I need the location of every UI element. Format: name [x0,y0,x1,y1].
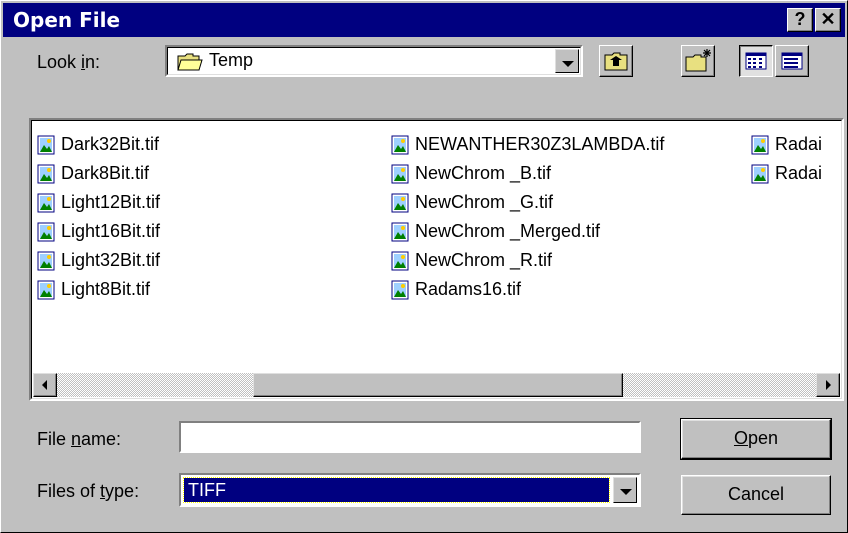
file-name-text: Light32Bit.tif [61,250,161,270]
up-one-level-button[interactable] [599,45,633,77]
file-name-input[interactable] [179,421,641,453]
chevron-down-icon[interactable] [555,49,579,73]
folder-up-icon [604,52,628,71]
file-name-text: Light8Bit.tif [61,279,151,299]
new-folder-icon [685,49,711,72]
file-name-text: NewChrom _Merged.tif [415,221,601,241]
scrollbar-thumb[interactable] [253,373,623,397]
files-of-type-selection: TIFF [183,477,610,503]
file-item[interactable]: NewChrom _B.tif [391,159,664,188]
help-button[interactable]: ? [787,8,813,32]
file-item[interactable]: NewChrom _Merged.tif [391,217,664,246]
file-name-text: Light12Bit.tif [61,192,161,212]
image-file-icon [37,164,55,183]
open-button[interactable]: Open [680,418,832,460]
image-file-icon [391,251,409,270]
image-file-icon [751,164,769,183]
image-file-icon [37,251,55,270]
image-file-icon [751,135,769,154]
details-view-icon [781,52,803,70]
file-item[interactable]: Light32Bit.tif [37,246,160,275]
file-column-1: Dark32Bit.tif Dark8Bit.tif Light12Bit.tif L… [37,130,160,304]
image-file-icon [391,193,409,212]
title-bar[interactable]: Open File ? ✕ [3,3,845,37]
file-name-text: NewChrom _G.tif [415,192,554,212]
horizontal-scrollbar[interactable] [33,373,840,397]
file-item[interactable]: NewChrom _G.tif [391,188,664,217]
look-in-label: Look in: [37,52,101,72]
new-folder-button[interactable] [681,45,715,77]
file-name-label: File name: [37,429,122,449]
file-name-text: Light16Bit.tif [61,221,161,241]
image-file-icon [391,222,409,241]
arrow-left-icon [42,380,47,390]
file-name-text: Dark32Bit.tif [61,134,160,154]
file-item[interactable]: Radai [751,159,822,188]
open-file-dialog: Open File ? ✕ Look in: Temp Dark32Bit.ti… [0,0,848,533]
list-view-icon [745,52,767,70]
file-item[interactable]: Light16Bit.tif [37,217,160,246]
file-name-text: NewChrom _R.tif [415,250,553,270]
file-name-text: Radams16.tif [415,279,522,299]
file-name-text: Dark8Bit.tif [61,163,150,183]
file-name-text: NEWANTHER30Z3LAMBDA.tif [415,134,665,154]
scroll-right-button[interactable] [816,373,840,397]
file-item[interactable]: NEWANTHER30Z3LAMBDA.tif [391,130,664,159]
look-in-combo[interactable]: Temp [165,45,583,77]
file-item[interactable]: Light8Bit.tif [37,275,160,304]
image-file-icon [37,135,55,154]
file-name-text: NewChrom _B.tif [415,163,552,183]
scroll-left-button[interactable] [33,373,57,397]
image-file-icon [391,280,409,299]
chevron-down-icon[interactable] [613,477,637,503]
image-file-icon [391,135,409,154]
file-item[interactable]: NewChrom _R.tif [391,246,664,275]
dialog-title: Open File [13,8,121,32]
image-file-icon [37,280,55,299]
file-item[interactable]: Light12Bit.tif [37,188,160,217]
file-column-3: Radai Radai [751,130,822,188]
close-button[interactable]: ✕ [815,8,841,32]
image-file-icon [37,222,55,241]
files-of-type-combo[interactable]: TIFF [179,473,641,507]
arrow-right-icon [826,380,831,390]
file-item[interactable]: Dark32Bit.tif [37,130,160,159]
file-name-text: Radai [775,134,823,154]
cancel-button[interactable]: Cancel [681,475,831,515]
list-view-button[interactable] [739,45,773,77]
file-column-2: NEWANTHER30Z3LAMBDA.tif NewChrom _B.tif Ne… [391,130,664,304]
file-item[interactable]: Dark8Bit.tif [37,159,160,188]
look-in-value: Temp [209,50,254,70]
file-item[interactable]: Radams16.tif [391,275,664,304]
files-of-type-label: Files of type: [37,481,140,501]
image-file-icon [37,193,55,212]
file-list[interactable]: Dark32Bit.tif Dark8Bit.tif Light12Bit.tif L… [29,118,844,401]
file-name-text: Radai [775,163,823,183]
image-file-icon [391,164,409,183]
folder-icon [177,53,203,71]
file-item[interactable]: Radai [751,130,822,159]
details-view-button[interactable] [775,45,809,77]
